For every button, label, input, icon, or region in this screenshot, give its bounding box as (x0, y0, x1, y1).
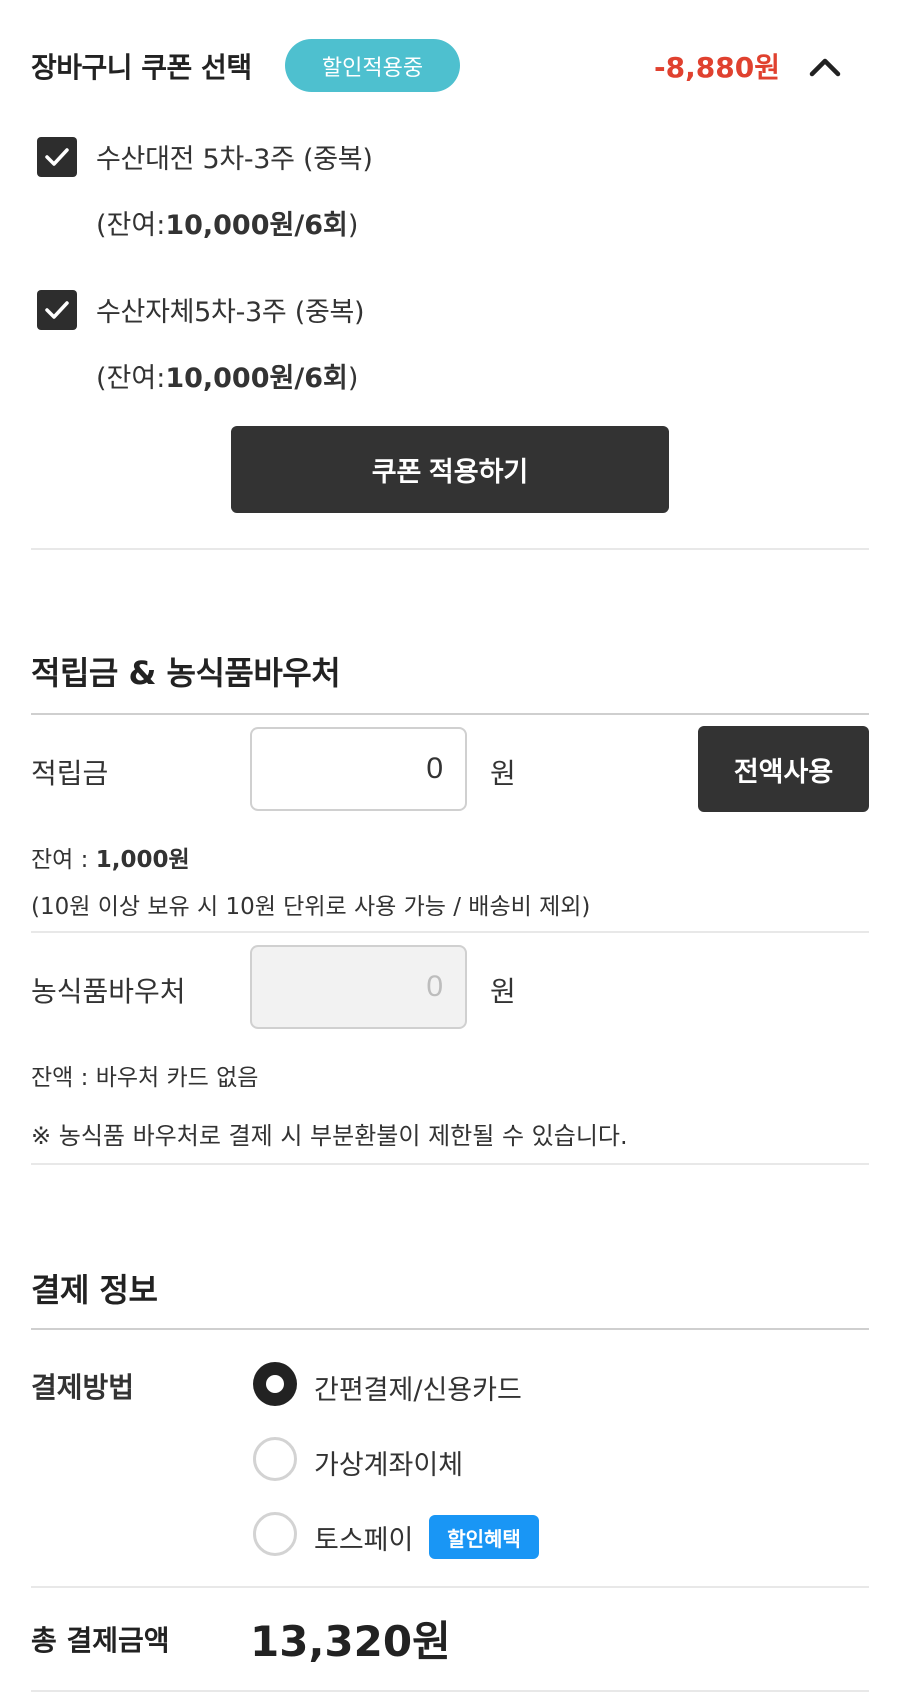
radio-toss-pay[interactable] (253, 1512, 297, 1556)
total-amount-value: 13,320원 (250, 1617, 451, 1666)
radio-label-toss-pay[interactable]: 토스페이 (314, 1518, 413, 1557)
coupon-section-title: 장바구니 쿠폰 선택 (31, 51, 252, 84)
radio-virtual-account[interactable] (253, 1437, 297, 1481)
voucher-input (250, 945, 467, 1029)
coupon-discount-amount: -8,880원 (654, 51, 780, 84)
radio-label-virtual-account[interactable]: 가상계좌이체 (314, 1443, 463, 1482)
chevron-up-icon[interactable] (808, 54, 842, 78)
radio-label-easy-pay-card[interactable]: 간편결제/신용카드 (314, 1368, 522, 1407)
points-label: 적립금 (31, 757, 109, 790)
divider (31, 931, 869, 933)
divider (31, 713, 869, 715)
coupon-name-1: 수산대전 5차-3주 (중복) (96, 144, 373, 175)
voucher-unit: 원 (490, 975, 516, 1008)
coupon-remain-1: (잔여:10,000원/6회) (96, 210, 359, 241)
points-balance: 잔여 : 1,000원 (31, 847, 190, 873)
radio-easy-pay-card[interactable] (253, 1362, 297, 1406)
divider (31, 1163, 869, 1165)
voucher-notice: ※ 농식품 바우처로 결제 시 부분환불이 제한될 수 있습니다. (31, 1122, 628, 1150)
coupon-checkbox-2[interactable] (37, 290, 77, 330)
points-section-title: 적립금 & 농식품바우처 (31, 654, 341, 692)
apply-coupon-button[interactable]: 쿠폰 적용하기 (231, 426, 669, 513)
use-all-points-button[interactable]: 전액사용 (698, 726, 869, 812)
points-usage-note: (10원 이상 보유 시 10원 단위로 사용 가능 / 배송비 제외) (31, 894, 591, 920)
divider (31, 548, 869, 550)
voucher-label: 농식품바우처 (31, 975, 186, 1008)
payment-section-title: 결제 정보 (31, 1271, 158, 1309)
divider (31, 1586, 869, 1588)
divider (31, 1328, 869, 1330)
discount-benefit-badge: 할인혜택 (429, 1515, 539, 1559)
points-unit: 원 (490, 757, 516, 790)
discount-applied-badge: 할인적용중 (285, 39, 460, 92)
payment-method-label: 결제방법 (31, 1371, 135, 1404)
coupon-checkbox-1[interactable] (37, 137, 77, 177)
coupon-name-2: 수산자체5차-3주 (중복) (96, 297, 365, 328)
voucher-balance: 잔액 : 바우처 카드 없음 (31, 1065, 259, 1091)
divider (31, 1690, 869, 1692)
coupon-remain-2: (잔여:10,000원/6회) (96, 363, 359, 394)
total-amount-label: 총 결제금액 (31, 1624, 170, 1657)
checkmark-icon (45, 301, 69, 319)
checkmark-icon (45, 148, 69, 166)
points-input[interactable] (250, 727, 467, 811)
